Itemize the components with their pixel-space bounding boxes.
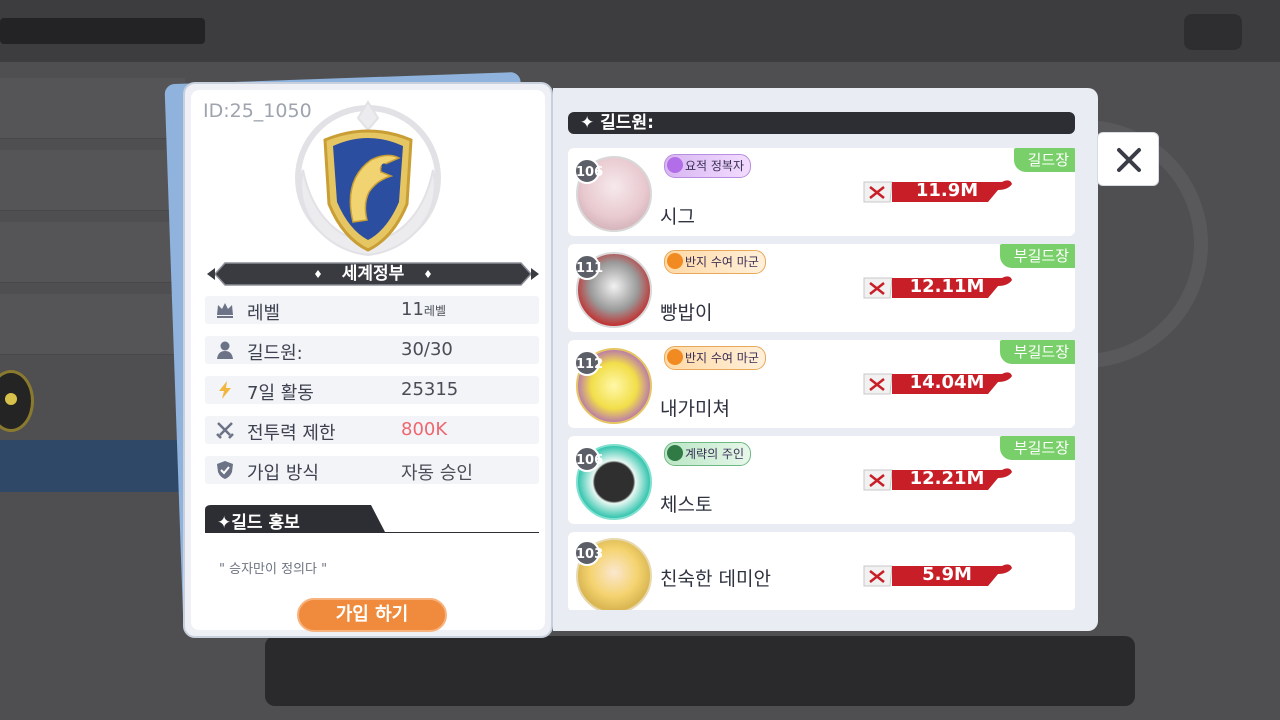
info-label-power-limit: 전투력 제한 <box>247 423 336 444</box>
background-sidebar-item <box>0 78 185 139</box>
title-gem-icon <box>667 157 683 173</box>
members-header-label: ✦ 길드원: <box>580 113 654 133</box>
background-sidebar-item <box>0 150 185 211</box>
member-title-badge: 반지 수여 마군 <box>664 250 766 274</box>
member-power-value: 12.11M <box>909 276 985 297</box>
guild-promo-text: " 승자만이 정의다 " <box>219 562 328 577</box>
background-title <box>0 18 205 44</box>
crown-icon <box>215 300 235 320</box>
info-label-level: 레벨 <box>247 303 281 324</box>
background-sidebar-item <box>0 294 185 355</box>
member-power-value: 11.9M <box>915 180 979 201</box>
background-top-button <box>1184 14 1242 50</box>
lightning-icon <box>215 380 235 400</box>
member-card[interactable]: 112 반지 수여 마군 내가미쳐 14.04M 부길드장 <box>568 340 1075 428</box>
info-label-join-method: 가입 방식 <box>247 463 319 484</box>
info-value-level: 11레벨 <box>401 299 446 320</box>
title-gem-icon <box>667 253 683 269</box>
background-sidebar-active <box>0 440 185 492</box>
member-name: 친숙한 데미안 <box>660 568 771 590</box>
member-level-badge: 106 <box>574 446 603 472</box>
info-value-activity: 25315 <box>401 379 459 400</box>
background-bottom-button <box>265 636 1135 706</box>
close-icon <box>1117 148 1141 172</box>
member-title-badge: 반지 수여 마군 <box>664 346 766 370</box>
info-label-activity: 7일 활동 <box>247 383 314 404</box>
member-role-badge: 부길드장 <box>999 436 1075 460</box>
eagle-shield-icon <box>283 100 453 260</box>
info-row-activity: 7일 활동 25315 <box>205 376 539 404</box>
level-number: 11 <box>401 299 424 320</box>
member-name: 빵밥이 <box>660 302 713 324</box>
info-row-power-limit: 전투력 제한 800K <box>205 416 539 444</box>
member-card[interactable]: 106 요적 정복자 시그 11.9M 길드장 <box>568 148 1075 236</box>
member-title-badge: 요적 정복자 <box>664 154 752 178</box>
member-name: 시그 <box>660 206 695 228</box>
member-role-badge: 부길드장 <box>999 244 1075 268</box>
title-gem-icon <box>667 349 683 365</box>
member-title-text: 요적 정복자 <box>685 159 745 173</box>
member-title-text: 계략의 주인 <box>685 447 745 461</box>
members-list[interactable]: 106 요적 정복자 시그 11.9M 길드장 111 반지 수여 마군 빵밥이 <box>568 146 1075 610</box>
member-name: 체스토 <box>660 494 713 516</box>
member-level-badge: 111 <box>574 254 603 280</box>
member-card[interactable]: 111 반지 수여 마군 빵밥이 12.11M 부길드장 <box>568 244 1075 332</box>
member-card[interactable]: 103 친숙한 데미안 5.9M <box>568 532 1075 610</box>
member-level-badge: 106 <box>574 158 603 184</box>
member-role-badge: 길드장 <box>1013 148 1075 172</box>
close-button[interactable] <box>1097 132 1159 186</box>
level-unit: 레벨 <box>423 304 446 318</box>
guild-info-card: ID:25_1050 세계정부 레벨 11레벨 길드원: 30/30 7일 활동… <box>183 82 553 638</box>
guild-promo-title: ✦길드 홍보 <box>217 513 300 533</box>
member-power-value: 5.9M <box>922 564 972 585</box>
join-guild-button[interactable]: 가입 하기 <box>297 598 447 632</box>
guild-info-card-inner: ID:25_1050 세계정부 레벨 11레벨 길드원: 30/30 7일 활동… <box>191 90 545 632</box>
guild-name-banner: 세계정부 <box>207 260 539 288</box>
member-name: 내가미쳐 <box>660 398 730 420</box>
shield-check-icon <box>215 460 235 480</box>
member-card[interactable]: 106 계략의 주인 체스토 12.21M 부길드장 <box>568 436 1075 524</box>
info-row-join-method: 가입 방식 자동 승인 <box>205 456 539 484</box>
member-role-badge: 부길드장 <box>999 340 1075 364</box>
members-header-text: 길드원: <box>600 113 654 133</box>
member-power-value: 12.21M <box>909 468 985 489</box>
info-row-level: 레벨 11레벨 <box>205 296 539 324</box>
person-icon <box>215 340 235 360</box>
info-value-join-method: 자동 승인 <box>401 463 473 484</box>
guild-promo-title-text: 길드 홍보 <box>231 513 300 533</box>
info-row-members: 길드원: 30/30 <box>205 336 539 364</box>
member-title-text: 반지 수여 마군 <box>685 255 759 269</box>
member-power-badge: 14.04M <box>862 370 1012 396</box>
member-power-badge: 11.9M <box>862 178 1012 204</box>
member-level-badge: 112 <box>574 350 603 376</box>
background-sidebar-item <box>0 222 185 283</box>
guild-name: 세계정부 <box>341 264 405 284</box>
member-power-badge: 12.21M <box>862 466 1012 492</box>
info-value-power-limit: 800K <box>401 419 448 440</box>
title-gem-icon <box>667 445 683 461</box>
crossed-swords-icon <box>215 420 235 440</box>
background-side-badge <box>0 370 34 432</box>
member-power-badge: 12.11M <box>862 274 1012 300</box>
member-level-badge: 103 <box>574 540 603 566</box>
info-label-members: 길드원: <box>247 343 303 364</box>
member-power-badge: 5.9M <box>862 562 1012 588</box>
member-power-value: 14.04M <box>909 372 985 393</box>
guild-promo-header: ✦길드 홍보 <box>205 504 539 534</box>
member-title-text: 반지 수여 마군 <box>685 351 759 365</box>
member-title-badge: 계략의 주인 <box>664 442 752 466</box>
info-value-members: 30/30 <box>401 339 453 360</box>
members-header: ✦ 길드원: <box>568 112 1075 134</box>
